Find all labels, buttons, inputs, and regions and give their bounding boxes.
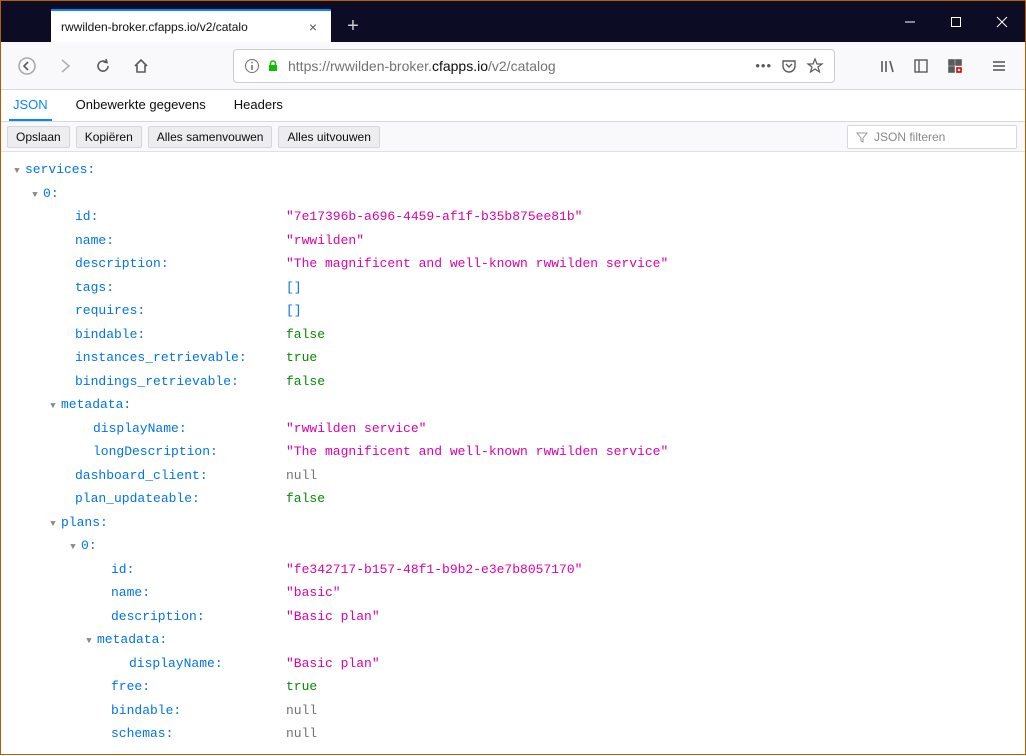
sidebar-icon[interactable] [905,50,937,82]
titlebar: rwwilden-broker.cfapps.io/v2/catalo × + [1,1,1025,42]
json-tree: ▼services: ▼0: ▼id:"7e17396b-a696-4459-a… [1,152,1025,756]
expand-all-button[interactable]: Alles uitvouwen [278,126,379,148]
url-text: https://rwwilden-broker.cfapps.io/v2/cat… [288,58,747,74]
addon-icon[interactable] [939,50,971,82]
maximize-button[interactable] [933,1,979,42]
twisty-icon[interactable]: ▼ [47,395,59,419]
twisty-icon[interactable]: ▼ [83,630,95,654]
reload-button[interactable] [87,50,119,82]
menu-icon[interactable] [983,50,1015,82]
window-controls [887,1,1025,42]
twisty-icon[interactable]: ▼ [67,536,79,560]
forward-button[interactable] [49,50,81,82]
twisty-icon[interactable]: ▼ [11,160,23,184]
collapse-all-button[interactable]: Alles samenvouwen [148,126,273,148]
tab-raw[interactable]: Onbewerkte gegevens [72,90,210,121]
site-identity[interactable] [244,58,280,74]
home-button[interactable] [125,50,157,82]
tab-json[interactable]: JSON [9,90,52,121]
bookmark-star-icon[interactable] [806,57,824,75]
twisty-icon[interactable]: ▼ [47,513,59,537]
info-icon [244,58,260,74]
tab-headers[interactable]: Headers [230,90,287,121]
lock-icon [266,59,280,73]
filter-icon [856,131,868,143]
tab-title: rwwilden-broker.cfapps.io/v2/catalo [61,20,305,34]
page-actions-icon[interactable]: ••• [755,58,772,73]
view-tabs: JSON Onbewerkte gegevens Headers [1,90,1025,122]
json-toolbar: Opslaan Kopiëren Alles samenvouwen Alles… [1,122,1025,152]
back-button[interactable] [11,50,43,82]
close-window-button[interactable] [979,1,1025,42]
minimize-button[interactable] [887,1,933,42]
new-tab-button[interactable]: + [339,12,367,40]
close-tab-icon[interactable]: × [305,19,321,35]
save-button[interactable]: Opslaan [7,126,70,148]
navbar: https://rwwilden-broker.cfapps.io/v2/cat… [1,42,1025,90]
copy-button[interactable]: Kopiëren [76,126,142,148]
library-icon[interactable] [871,50,903,82]
url-bar[interactable]: https://rwwilden-broker.cfapps.io/v2/cat… [233,49,835,83]
pocket-icon[interactable] [780,57,798,75]
filter-input[interactable]: JSON filteren [847,125,1017,149]
twisty-icon[interactable]: ▼ [29,184,41,208]
browser-tab[interactable]: rwwilden-broker.cfapps.io/v2/catalo × [51,9,331,42]
